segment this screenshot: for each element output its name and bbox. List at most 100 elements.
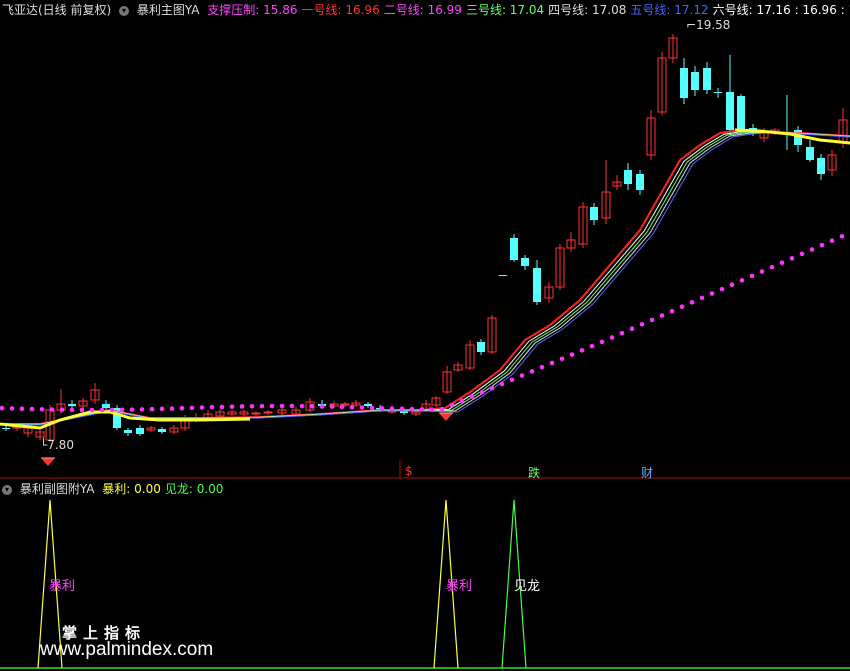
sub-panel-header: ▾ 暴利副图附YA 暴利: 0.00 见龙: 0.00 (2, 480, 231, 498)
sub-field-1: 见龙: 0.00 (164, 482, 224, 496)
support-dot (719, 286, 725, 292)
support-dot (359, 405, 365, 410)
support-dot (19, 406, 25, 412)
chart-window[interactable]: 飞亚达(日线 前复权) ▾ 暴利主图YA 支撑压制: 15.86 一号线: 16.… (0, 0, 850, 671)
support-dot (149, 406, 155, 412)
main-field-2: 二号线: 16.99 (383, 3, 462, 17)
support-dot (139, 407, 145, 412)
main-field-3: 三号线: 17.04 (465, 3, 545, 17)
support-dot (629, 326, 635, 332)
marker-fall: 跌 (528, 466, 541, 480)
sub-field-0: 暴利: 0.00 (102, 482, 161, 496)
price-chart[interactable] (0, 0, 850, 671)
candle-down (691, 72, 699, 90)
support-dot (729, 282, 735, 288)
support-dot (439, 406, 445, 412)
support-dot (129, 407, 135, 412)
candle-down (158, 429, 166, 432)
candle-down (2, 428, 10, 429)
support-dot (479, 390, 485, 395)
support-dot (739, 278, 745, 283)
candle-down (136, 428, 144, 434)
candle-down (680, 68, 688, 98)
candle-down (817, 158, 825, 174)
support-dot (279, 403, 285, 409)
support-dot (509, 377, 515, 383)
support-dot (759, 269, 765, 274)
support-dot (259, 403, 265, 409)
indicator-menu-icon[interactable]: ▾ (119, 5, 130, 16)
marker-wealth: 财 (641, 466, 654, 480)
support-dot (349, 404, 355, 410)
support-dot (449, 402, 455, 408)
sub-indicator-name[interactable]: 暴利副图附YA (20, 482, 95, 496)
support-dot (29, 406, 35, 412)
support-dot (109, 407, 115, 413)
support-dot (689, 300, 695, 305)
candle-up (251, 412, 261, 415)
support-dot (79, 407, 85, 413)
support-dot (669, 308, 675, 314)
support-dot (519, 373, 525, 378)
support-dot (599, 339, 605, 345)
sub-indicator-menu-icon[interactable]: ▾ (2, 484, 12, 495)
support-dot (429, 407, 435, 412)
high-price-label: ⌐19.58 (686, 18, 731, 32)
main-field-4: 四号线: 17.08 (548, 3, 627, 17)
candle-down (68, 404, 76, 406)
support-dot (799, 251, 805, 257)
main-indicator-name[interactable]: 暴利主图YA (137, 3, 200, 17)
support-dot (199, 405, 205, 410)
support-dot (539, 364, 545, 370)
support-dot (619, 330, 625, 336)
support-dot (469, 394, 475, 399)
ma-line-4 (0, 132, 850, 426)
support-dot (119, 407, 125, 413)
support-dot (69, 407, 75, 413)
support-dot (369, 405, 375, 411)
support-dot (659, 313, 665, 318)
support-dot (0, 405, 5, 411)
signal-diamond-left (41, 458, 55, 466)
support-dot (769, 264, 775, 270)
support-dot (749, 273, 755, 279)
support-dot (419, 407, 425, 412)
support-dot (319, 404, 325, 409)
main-field-0: 支撑压制: 15.86 (207, 3, 298, 17)
candle-down (364, 404, 372, 406)
support-dot (9, 406, 15, 411)
support-dot (339, 404, 345, 410)
ma-line-2 (0, 130, 850, 425)
candle-down (806, 147, 814, 160)
marker-dollar: $ (405, 464, 413, 478)
candle-down (590, 207, 598, 220)
support-dot (299, 403, 305, 409)
support-dot (809, 247, 815, 252)
support-dot (239, 404, 245, 409)
ma-line-3 (0, 131, 850, 426)
support-dot (329, 404, 335, 409)
support-dot (169, 406, 175, 411)
support-dot (839, 234, 845, 239)
stock-title: 飞亚达(日线 前复权) (2, 3, 112, 17)
support-dot (59, 407, 65, 413)
support-dot (49, 407, 55, 412)
support-dot (379, 405, 385, 411)
support-dot (819, 242, 825, 248)
signal-diamond-right (439, 413, 453, 421)
ma-line-1 (0, 128, 850, 425)
candle-down (703, 68, 711, 90)
candle-down (477, 342, 485, 352)
watermark-url: www.palmindex.com (40, 639, 214, 660)
main-field-1: 一号线: 16.96 (301, 3, 380, 17)
support-dot (159, 406, 165, 412)
sub-label-baoli-1: 暴利 (49, 579, 76, 594)
sub-indicator-values: 暴利: 0.00 见龙: 0.00 (102, 482, 227, 496)
support-dot (489, 385, 495, 391)
candle-down (624, 170, 632, 184)
candle-down (521, 258, 529, 266)
main-panel-header: 飞亚达(日线 前复权) ▾ 暴利主图YA 支撑压制: 15.86 一号线: 16.… (2, 1, 850, 19)
support-dot (829, 238, 835, 244)
support-dot (789, 256, 795, 261)
candle-down (726, 92, 734, 130)
